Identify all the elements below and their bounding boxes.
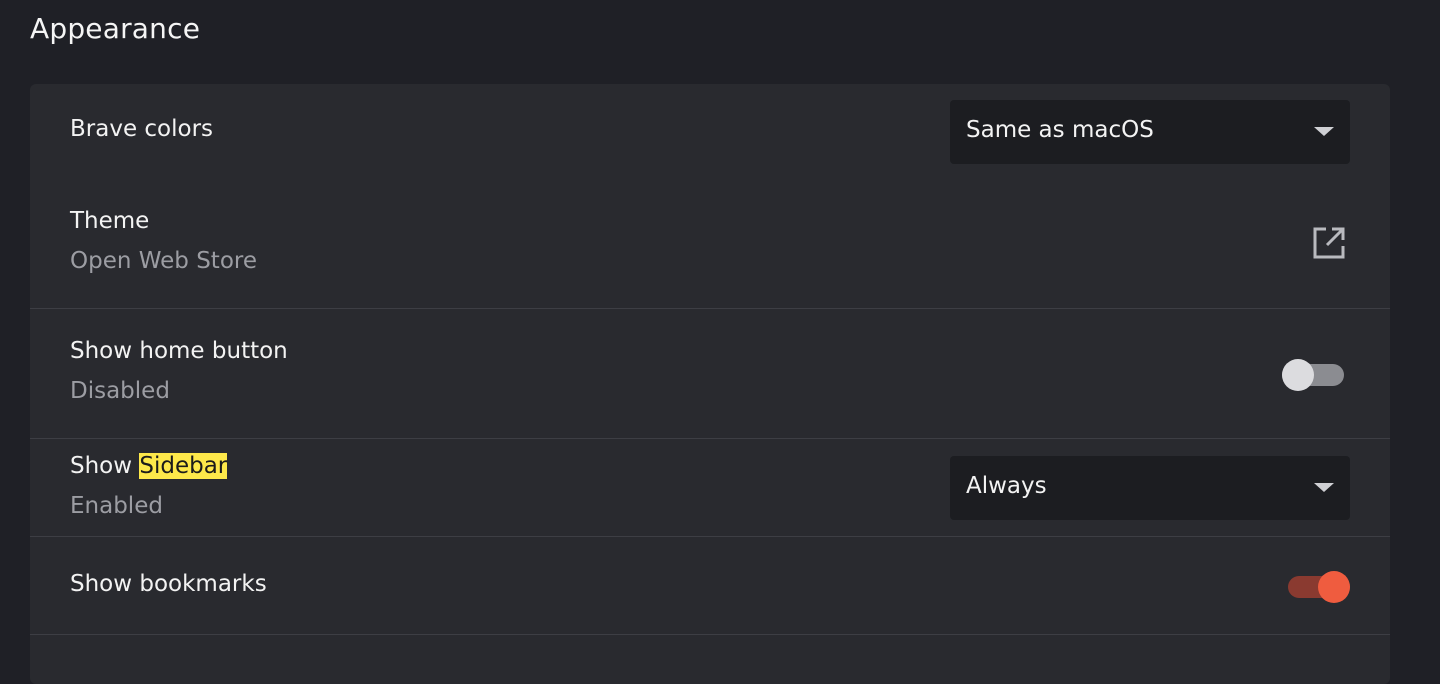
- sidebar-sublabel: Enabled: [70, 493, 163, 519]
- brave-colors-row: Brave colors Same as macOS: [30, 84, 1390, 180]
- chevron-down-icon: [1314, 127, 1334, 136]
- bookmarks-row: Show bookmarks: [30, 537, 1390, 634]
- theme-sublabel: Open Web Store: [70, 248, 257, 274]
- page-title: Appearance: [30, 12, 201, 45]
- bookmarks-toggle[interactable]: [1288, 569, 1350, 603]
- home-button-toggle[interactable]: [1282, 357, 1344, 391]
- external-link-icon[interactable]: [1312, 226, 1346, 260]
- brave-colors-label: Brave colors: [70, 116, 214, 142]
- theme-label: Theme: [70, 208, 150, 234]
- sidebar-row: Show Sidebar Enabled Always: [30, 439, 1390, 536]
- home-button-row: Show home button Disabled: [30, 309, 1390, 438]
- theme-row[interactable]: Theme Open Web Store: [30, 180, 1390, 308]
- home-button-sublabel: Disabled: [70, 378, 170, 404]
- toggle-knob: [1282, 359, 1314, 391]
- toggle-knob: [1318, 571, 1350, 603]
- sidebar-select[interactable]: Always: [950, 456, 1350, 520]
- sidebar-select-value: Always: [966, 473, 1047, 499]
- row-divider: [30, 634, 1390, 635]
- appearance-settings-card: Brave colors Same as macOS Theme Open We…: [30, 84, 1390, 684]
- brave-colors-select[interactable]: Same as macOS: [950, 100, 1350, 164]
- search-highlight: Sidebar: [139, 453, 228, 479]
- sidebar-label-prefix: Show: [70, 453, 133, 479]
- chevron-down-icon: [1314, 483, 1334, 492]
- sidebar-label: Show Sidebar: [70, 453, 228, 479]
- bookmarks-label: Show bookmarks: [70, 571, 267, 597]
- brave-colors-select-value: Same as macOS: [966, 117, 1154, 143]
- home-button-label: Show home button: [70, 338, 288, 364]
